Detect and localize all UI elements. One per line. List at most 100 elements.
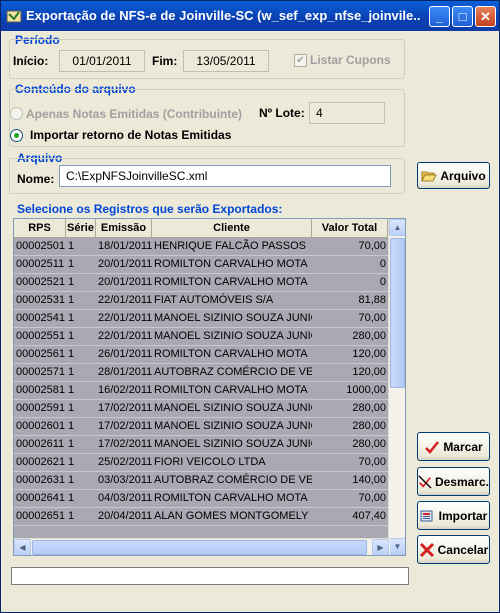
cell-emissao: 25/02/2011 bbox=[98, 456, 152, 468]
cell-rps: 00002541 bbox=[16, 312, 65, 324]
cell-serie: 1 bbox=[68, 348, 75, 360]
table-row[interactable]: 00002521 1 20/01/2011 ROMILTON CARVALHO MOT… bbox=[14, 274, 390, 292]
cell-valor-total: 70,00 bbox=[358, 240, 386, 252]
vertical-scroll-thumb[interactable] bbox=[390, 238, 405, 388]
importar-button[interactable]: Importar bbox=[417, 501, 490, 530]
cell-valor-total: 70,00 bbox=[358, 492, 386, 504]
arquivo-button-label: Arquivo bbox=[440, 168, 486, 183]
cell-serie: 1 bbox=[68, 384, 75, 396]
title-bar[interactable]: Exportação de NFS-e de Joinville-SC (w_s… bbox=[1, 1, 499, 31]
export-window: Exportação de NFS-e de Joinville-SC (w_s… bbox=[0, 0, 500, 613]
table-row[interactable]: 00002541 1 22/01/2011 MANOEL SIZINIO SOUZA … bbox=[14, 310, 390, 328]
cell-rps: 00002571 bbox=[16, 366, 65, 378]
cell-rps: 00002611 bbox=[16, 438, 65, 450]
importar-retorno-label: Importar retorno de Notas Emitidas bbox=[30, 128, 232, 142]
marcar-button[interactable]: Marcar bbox=[417, 432, 490, 461]
importar-label: Importar bbox=[438, 508, 488, 523]
vertical-scrollbar[interactable]: ▲ ▼ bbox=[388, 219, 405, 555]
column-header-rps[interactable]: RPS bbox=[14, 219, 66, 237]
table-row[interactable]: 00002591 1 17/02/2011 MANOEL SIZINIO SOUZA … bbox=[14, 400, 390, 418]
inicio-date-field[interactable]: 01/01/2011 bbox=[59, 50, 145, 72]
cell-serie: 1 bbox=[68, 312, 75, 324]
cell-emissao: 20/04/2011 bbox=[98, 510, 152, 522]
cell-valor-total: 0 bbox=[379, 276, 386, 288]
cell-emissao: 17/02/2011 bbox=[98, 402, 152, 414]
table-row[interactable]: 00002631 1 03/03/2011 AUTOBRAZ COMÉRCIO DE … bbox=[14, 472, 390, 490]
cell-serie: 1 bbox=[68, 294, 75, 306]
minimize-button[interactable]: _ bbox=[429, 6, 450, 27]
table-row[interactable]: 00002551 1 22/01/2011 MANOEL SIZINIO SOUZA … bbox=[14, 328, 390, 346]
cell-rps: 00002511 bbox=[16, 258, 65, 270]
table-body: 00002501 1 18/01/2011 HENRIQUE FALCÃO PASSO… bbox=[14, 238, 390, 526]
desmarcar-button[interactable]: Desmarc. bbox=[417, 467, 490, 496]
maximize-button[interactable]: □ bbox=[452, 6, 473, 27]
cell-serie: 1 bbox=[68, 474, 75, 486]
cell-emissao: 03/03/2011 bbox=[98, 474, 152, 486]
listar-cupons-checkbox[interactable]: ✔ bbox=[294, 54, 307, 67]
status-bar bbox=[11, 567, 409, 585]
cell-emissao: 17/02/2011 bbox=[98, 438, 152, 450]
registros-table[interactable]: RPS Série Emissão Cliente Valor Total 00… bbox=[13, 218, 406, 556]
table-row[interactable]: 00002651 1 20/04/2011 ALAN GOMES MONTGOMEL… bbox=[14, 508, 390, 526]
cell-rps: 00002601 bbox=[16, 420, 65, 432]
table-row[interactable]: 00002531 1 22/01/2011 FIAT AUTOMÓVEIS S/A 81… bbox=[14, 292, 390, 310]
column-header-serie[interactable]: Série bbox=[66, 219, 96, 237]
cell-valor-total: 140,00 bbox=[352, 474, 386, 486]
column-header-cliente[interactable]: Cliente bbox=[152, 219, 312, 237]
cell-serie: 1 bbox=[68, 366, 75, 378]
cell-rps: 00002631 bbox=[16, 474, 65, 486]
cell-valor-total: 280,00 bbox=[352, 420, 386, 432]
horizontal-scrollbar[interactable]: ◀ ▶ bbox=[14, 538, 390, 555]
cell-emissao: 18/01/2011 bbox=[98, 240, 152, 252]
cell-cliente: ROMILTON CARVALHO MOTA bbox=[154, 384, 308, 396]
table-row[interactable]: 00002621 1 25/02/2011 FIORI VEICOLO LTDA 70,… bbox=[14, 454, 390, 472]
table-row[interactable]: 00002571 1 28/01/2011 AUTOBRAZ COMÉRCIO DE … bbox=[14, 364, 390, 382]
table-row[interactable]: 00002511 1 20/01/2011 ROMILTON CARVALHO MOT… bbox=[14, 256, 390, 274]
cancelar-button[interactable]: Cancelar bbox=[417, 535, 490, 564]
cell-cliente: MANOEL SIZINIO SOUZA JUNIOR bbox=[154, 312, 312, 324]
inicio-label: Início: bbox=[13, 54, 49, 68]
app-icon bbox=[6, 10, 22, 23]
desmarcar-label: Desmarc. bbox=[434, 474, 489, 489]
table-row[interactable]: 00002561 1 26/01/2011 ROMILTON CARVALHO MOT… bbox=[14, 346, 390, 364]
cell-emissao: 17/02/2011 bbox=[98, 420, 152, 432]
scroll-down-icon[interactable]: ▼ bbox=[389, 538, 405, 555]
import-icon bbox=[420, 510, 433, 521]
table-row[interactable]: 00002601 1 17/02/2011 MANOEL SIZINIO SOUZA … bbox=[14, 418, 390, 436]
cell-cliente: MANOEL SIZINIO SOUZA JUNIOR bbox=[154, 330, 312, 342]
column-header-emissao[interactable]: Emissão bbox=[96, 219, 152, 237]
column-header-valor-total[interactable]: Valor Total bbox=[312, 219, 388, 237]
lote-field[interactable]: 4 bbox=[309, 102, 385, 124]
nome-file-field[interactable]: C:\ExpNFSJoinvilleSC.xml bbox=[59, 165, 391, 187]
cell-valor-total: 120,00 bbox=[352, 366, 386, 378]
cell-emissao: 28/01/2011 bbox=[98, 366, 152, 378]
listar-cupons-label: Listar Cupons bbox=[310, 53, 391, 67]
cell-cliente: ALAN GOMES MONTGOMELY H bbox=[154, 510, 312, 522]
cell-rps: 00002651 bbox=[16, 510, 65, 522]
close-button[interactable]: ✕ bbox=[475, 6, 496, 27]
cell-emissao: 04/03/2011 bbox=[98, 492, 152, 504]
table-row[interactable]: 00002641 1 04/03/2011 ROMILTON CARVALHO MOT… bbox=[14, 490, 390, 508]
fim-date-field[interactable]: 13/05/2011 bbox=[183, 50, 269, 72]
table-row[interactable]: 00002581 1 16/02/2011 ROMILTON CARVALHO MOT… bbox=[14, 382, 390, 400]
apenas-notas-radio[interactable] bbox=[10, 107, 23, 120]
cell-valor-total: 280,00 bbox=[352, 402, 386, 414]
cell-serie: 1 bbox=[68, 492, 75, 504]
cell-rps: 00002641 bbox=[16, 492, 65, 504]
cell-serie: 1 bbox=[68, 402, 75, 414]
cell-rps: 00002591 bbox=[16, 402, 65, 414]
cell-serie: 1 bbox=[68, 330, 75, 342]
scroll-right-icon[interactable]: ▶ bbox=[372, 539, 389, 555]
scroll-left-icon[interactable]: ◀ bbox=[14, 539, 31, 555]
importar-retorno-radio[interactable] bbox=[10, 129, 23, 142]
scroll-up-icon[interactable]: ▲ bbox=[389, 219, 405, 236]
cell-emissao: 20/01/2011 bbox=[98, 258, 152, 270]
cell-serie: 1 bbox=[68, 276, 75, 288]
table-row[interactable]: 00002611 1 17/02/2011 MANOEL SIZINIO SOUZA … bbox=[14, 436, 390, 454]
apenas-notas-label: Apenas Notas Emitidas (Contribuinte) bbox=[26, 107, 243, 121]
registros-group-label: Selecione os Registros que serão Exporta… bbox=[17, 202, 283, 216]
horizontal-scroll-thumb[interactable] bbox=[32, 540, 367, 555]
cell-valor-total: 120,00 bbox=[352, 348, 386, 360]
table-row[interactable]: 00002501 1 18/01/2011 HENRIQUE FALCÃO PASSO… bbox=[14, 238, 390, 256]
arquivo-button[interactable]: Arquivo bbox=[417, 162, 490, 189]
